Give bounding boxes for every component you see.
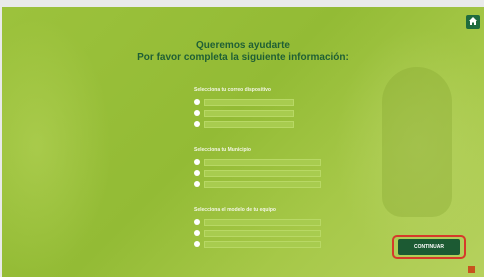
continue-button-highlight[interactable]: CONTINUAR bbox=[392, 235, 466, 259]
home-button[interactable] bbox=[466, 15, 480, 29]
option-row[interactable] bbox=[194, 120, 294, 128]
option-row[interactable] bbox=[194, 109, 294, 117]
corner-marker bbox=[468, 266, 475, 273]
option-row[interactable] bbox=[194, 218, 321, 226]
option-row[interactable] bbox=[194, 158, 321, 166]
section-label-device: Selecciona tu correo dispositivo bbox=[194, 87, 271, 93]
radio-button[interactable] bbox=[194, 110, 200, 116]
radio-button[interactable] bbox=[194, 99, 200, 105]
radio-button[interactable] bbox=[194, 170, 200, 176]
option-field[interactable] bbox=[204, 158, 321, 166]
section-label-municipality: Selecciona tu Municipio bbox=[194, 147, 251, 153]
radio-button[interactable] bbox=[194, 219, 200, 225]
option-field[interactable] bbox=[204, 98, 294, 106]
option-field[interactable] bbox=[204, 240, 321, 248]
option-field[interactable] bbox=[204, 120, 294, 128]
radio-button[interactable] bbox=[194, 241, 200, 247]
background-person-image bbox=[382, 67, 452, 217]
section-label-model: Selecciona el modelo de tu equipo bbox=[194, 207, 276, 213]
radio-button[interactable] bbox=[194, 121, 200, 127]
option-row[interactable] bbox=[194, 169, 321, 177]
option-row[interactable] bbox=[194, 240, 321, 248]
form-screen: Queremos ayudarte Por favor completa la … bbox=[2, 7, 484, 277]
option-row[interactable] bbox=[194, 229, 321, 237]
option-field[interactable] bbox=[204, 169, 321, 177]
title-line-1: Queremos ayudarte bbox=[196, 40, 290, 51]
option-field[interactable] bbox=[204, 109, 294, 117]
option-row[interactable] bbox=[194, 180, 321, 188]
option-field[interactable] bbox=[204, 218, 321, 226]
radio-button[interactable] bbox=[194, 230, 200, 236]
option-field[interactable] bbox=[204, 180, 321, 188]
option-field[interactable] bbox=[204, 229, 321, 237]
home-icon bbox=[468, 13, 478, 31]
title-line-2: Por favor completa la siguiente informac… bbox=[137, 52, 349, 63]
radio-button[interactable] bbox=[194, 159, 200, 165]
page-title: Queremos ayudarte Por favor completa la … bbox=[2, 40, 484, 64]
continue-button[interactable]: CONTINUAR bbox=[398, 239, 460, 255]
radio-button[interactable] bbox=[194, 181, 200, 187]
option-row[interactable] bbox=[194, 98, 294, 106]
